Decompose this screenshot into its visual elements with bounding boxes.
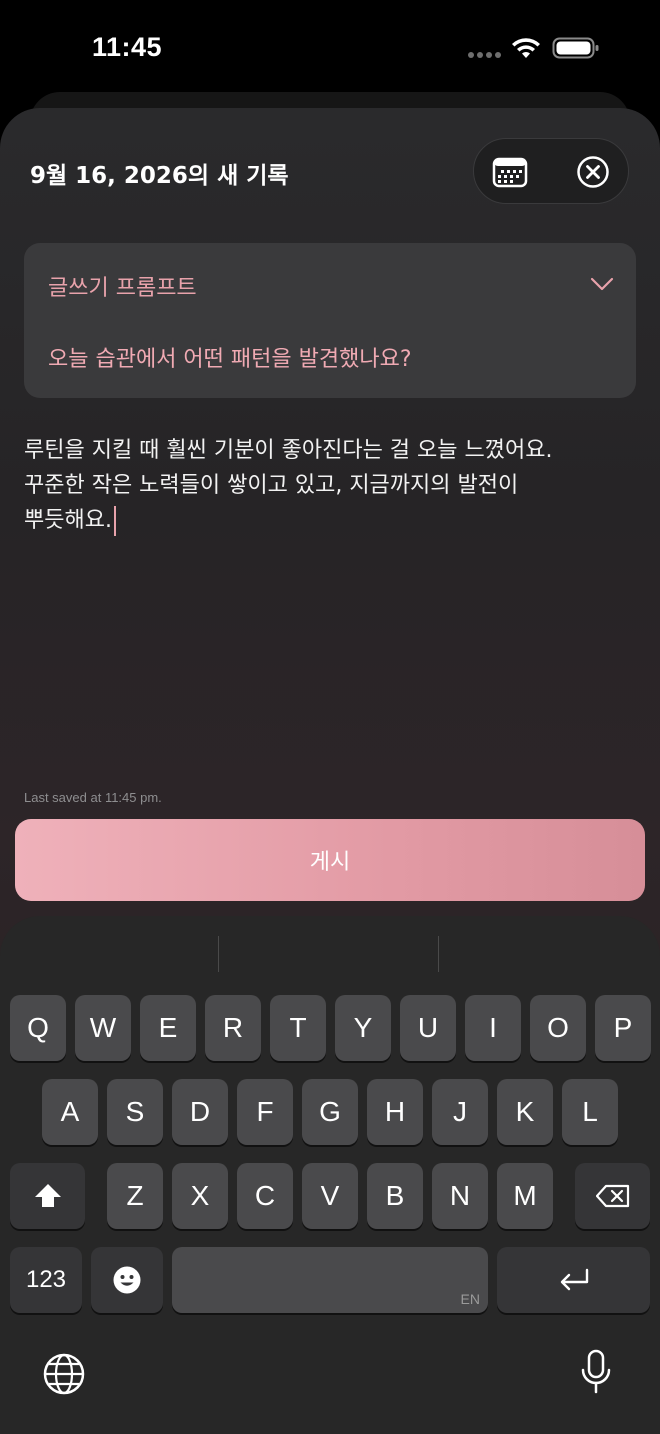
suggestion-divider — [438, 936, 439, 972]
key-x[interactable]: X — [172, 1163, 228, 1229]
entry-line: 루틴을 지킬 때 훨씬 기분이 좋아진다는 걸 오늘 느꼈어요. — [24, 438, 553, 463]
calendar-icon[interactable] — [492, 155, 528, 189]
key-y[interactable]: Y — [335, 995, 391, 1061]
chevron-down-icon[interactable] — [590, 276, 614, 292]
key-t[interactable]: T — [270, 995, 326, 1061]
language-label: EN — [460, 1291, 480, 1307]
key-j[interactable]: J — [432, 1079, 488, 1145]
page-title: 9월 16, 2026의 새 기록 — [30, 163, 289, 189]
key-v[interactable]: V — [302, 1163, 358, 1229]
key-s[interactable]: S — [107, 1079, 163, 1145]
status-bar: 11:45 — [0, 0, 660, 96]
key-q[interactable]: Q — [10, 995, 66, 1061]
prompt-question: 오늘 습관에서 어떤 패턴을 발견했나요? — [48, 347, 412, 372]
emoji-icon — [113, 1266, 141, 1294]
entry-line: 뿌듯해요. — [24, 508, 112, 533]
close-icon[interactable] — [576, 155, 610, 189]
key-d[interactable]: D — [172, 1079, 228, 1145]
space-key[interactable]: EN — [172, 1247, 488, 1313]
numbers-key[interactable]: 123 — [10, 1247, 82, 1313]
return-key[interactable] — [497, 1247, 650, 1313]
key-a[interactable]: A — [42, 1079, 98, 1145]
key-b[interactable]: B — [367, 1163, 423, 1229]
backspace-icon — [595, 1184, 629, 1208]
key-o[interactable]: O — [530, 995, 586, 1061]
signal-dots-icon — [468, 52, 502, 58]
keyboard: Q W E R T Y U I O P A S D F G H J K L Z … — [0, 916, 660, 1434]
key-m[interactable]: M — [497, 1163, 553, 1229]
key-w[interactable]: W — [75, 995, 131, 1061]
key-k[interactable]: K — [497, 1079, 553, 1145]
publish-button[interactable]: 게시 — [15, 819, 645, 901]
prompt-label: 글쓰기 프롬프트 — [48, 276, 197, 301]
key-r[interactable]: R — [205, 995, 261, 1061]
key-z[interactable]: Z — [107, 1163, 163, 1229]
text-cursor — [113, 506, 116, 536]
entry-line: 꾸준한 작은 노력들이 쌓이고 있고, 지금까지의 발전이 — [24, 473, 519, 498]
header-controls — [473, 138, 629, 204]
shift-icon — [34, 1184, 61, 1207]
wifi-icon — [512, 38, 540, 58]
key-n[interactable]: N — [432, 1163, 488, 1229]
key-p[interactable]: P — [595, 995, 651, 1061]
suggestion-divider — [218, 936, 219, 972]
key-c[interactable]: C — [237, 1163, 293, 1229]
return-icon — [560, 1268, 588, 1291]
key-l[interactable]: L — [562, 1079, 618, 1145]
mic-icon[interactable] — [578, 1348, 614, 1396]
entry-text-area[interactable]: 루틴을 지킬 때 훨씬 기분이 좋아진다는 걸 오늘 느꼈어요. 꾸준한 작은 … — [24, 433, 624, 538]
globe-icon[interactable] — [42, 1352, 86, 1396]
key-i[interactable]: I — [465, 995, 521, 1061]
key-h[interactable]: H — [367, 1079, 423, 1145]
key-g[interactable]: G — [302, 1079, 358, 1145]
publish-label: 게시 — [309, 850, 351, 875]
shift-key[interactable] — [10, 1163, 85, 1229]
battery-icon — [552, 37, 599, 59]
emoji-key[interactable] — [91, 1247, 163, 1313]
key-f[interactable]: F — [237, 1079, 293, 1145]
key-e[interactable]: E — [140, 995, 196, 1061]
status-time: 11:45 — [92, 32, 163, 62]
backspace-key[interactable] — [575, 1163, 650, 1229]
key-u[interactable]: U — [400, 995, 456, 1061]
last-saved-label: Last saved at 11:45 pm. — [24, 790, 162, 805]
writing-prompt-card[interactable]: 글쓰기 프롬프트 오늘 습관에서 어떤 패턴을 발견했나요? — [24, 243, 636, 398]
